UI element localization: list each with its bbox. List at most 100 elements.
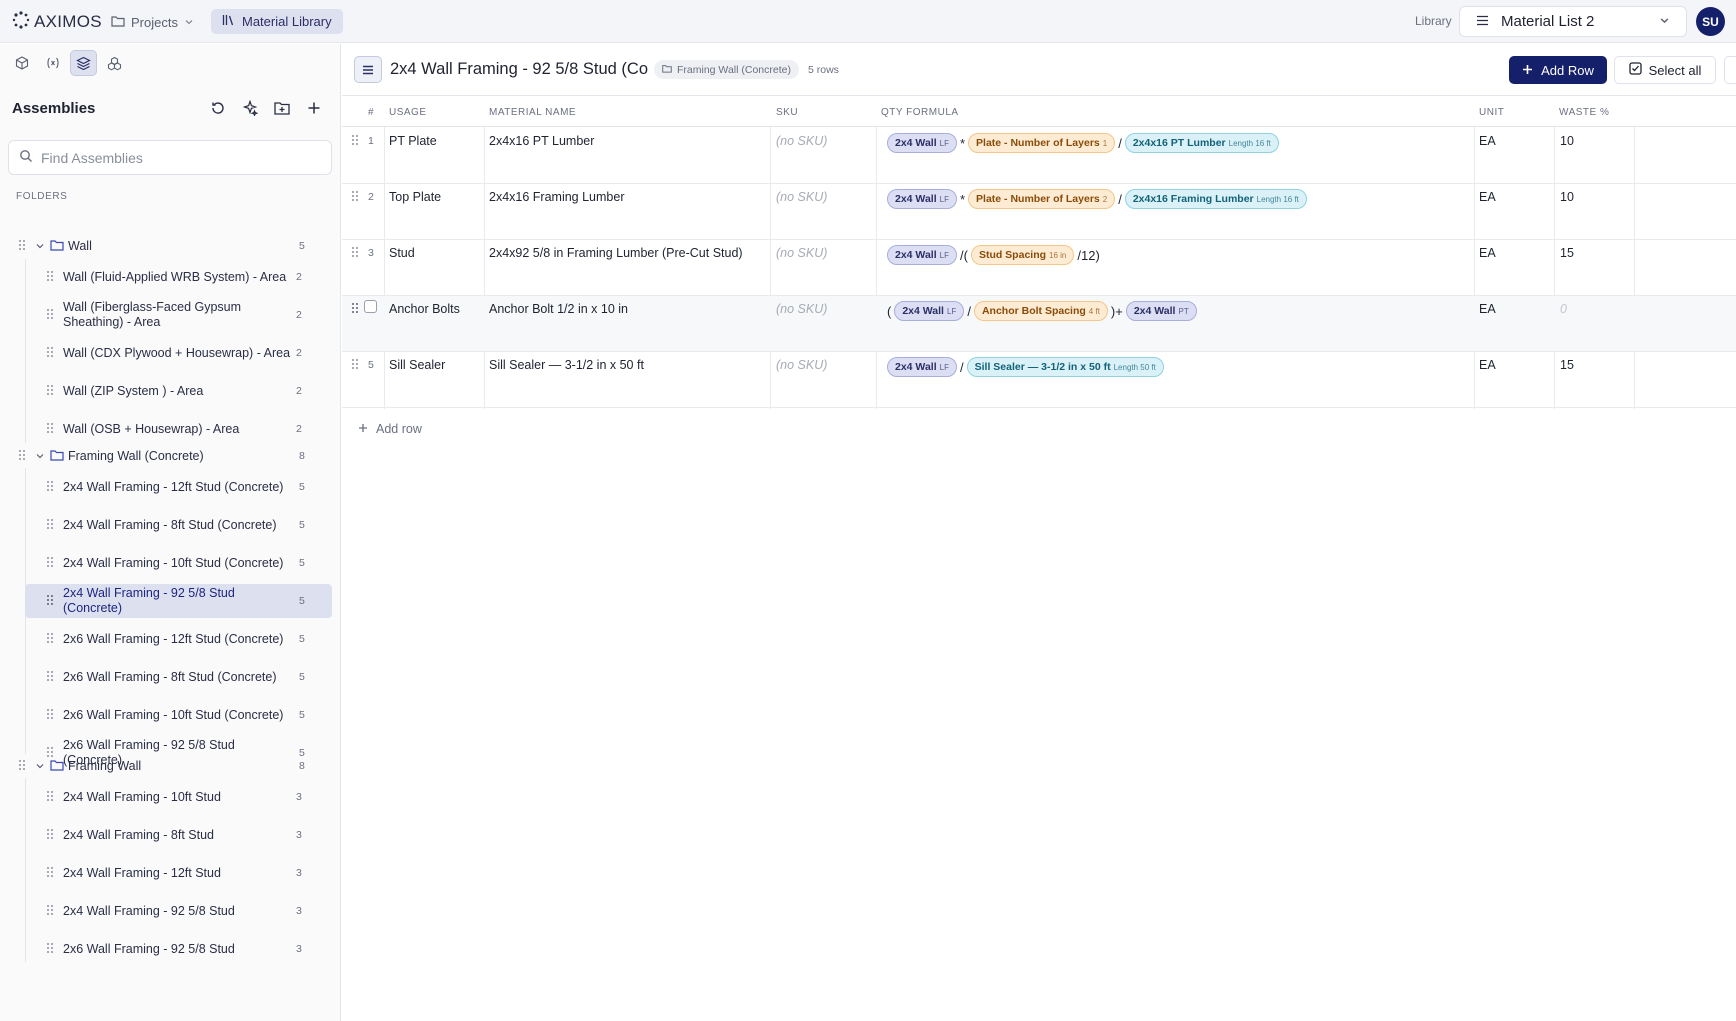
list-item[interactable]: 2x6 Wall Framing - 12ft Stud (Concrete) …: [0, 622, 341, 656]
column-header-formula[interactable]: QTY FORMULA: [881, 107, 959, 118]
column-header-usage[interactable]: USAGE: [389, 107, 427, 118]
list-item[interactable]: 2x4 Wall Framing - 12ft Stud (Concrete) …: [0, 470, 341, 504]
list-item[interactable]: Wall (Fluid-Applied WRB System) - Area 2: [0, 260, 341, 294]
drag-handle-icon[interactable]: [46, 632, 54, 647]
formula-chip-variable[interactable]: 2x4 Wall LF: [887, 189, 957, 209]
formula-chip-variable[interactable]: 2x4 Wall LF: [887, 245, 957, 265]
usage-cell[interactable]: Top Plate: [389, 190, 441, 204]
folder-row-wall[interactable]: Wall 5: [0, 236, 341, 256]
list-item-selected[interactable]: 2x4 Wall Framing - 92 5/8 Stud (Concrete…: [0, 584, 341, 618]
list-item[interactable]: 2x4 Wall Framing - 92 5/8 Stud 3: [0, 894, 341, 928]
sku-cell[interactable]: (no SKU): [776, 246, 827, 260]
drag-handle-icon[interactable]: [46, 518, 54, 533]
column-header-unit[interactable]: UNIT: [1479, 107, 1504, 118]
drag-handle-icon[interactable]: [46, 904, 54, 919]
unit-cell[interactable]: EA: [1479, 358, 1496, 372]
drag-handle-icon[interactable]: [46, 556, 54, 571]
drag-handle-icon[interactable]: [46, 480, 54, 495]
list-item[interactable]: Wall (ZIP System ) - Area 2: [0, 374, 341, 408]
add-row-button[interactable]: Add Row: [1509, 56, 1607, 84]
material-cell[interactable]: 2x4x92 5/8 in Framing Lumber (Pre-Cut St…: [489, 246, 743, 260]
sparkle-icon[interactable]: [240, 98, 260, 118]
list-item[interactable]: 2x6 Wall Framing - 92 5/8 Stud 3: [0, 932, 341, 966]
unit-cell[interactable]: EA: [1479, 134, 1496, 148]
column-header-sku[interactable]: SKU: [776, 107, 798, 118]
formula-chip-variable[interactable]: 2x4 Wall LF: [887, 357, 957, 377]
new-folder-icon[interactable]: [272, 98, 292, 118]
chevron-down-icon[interactable]: [35, 759, 45, 774]
unit-cell[interactable]: EA: [1479, 190, 1496, 204]
formula-cell[interactable]: 2x4 Wall LF /( Stud Spacing 16 in /12): [887, 245, 1100, 265]
folder-row-framing-wall-concrete[interactable]: Framing Wall (Concrete) 8: [0, 446, 341, 466]
add-icon[interactable]: [304, 98, 324, 118]
row-checkbox[interactable]: [364, 300, 377, 313]
add-row-link[interactable]: Add row: [358, 422, 422, 436]
usage-cell[interactable]: Anchor Bolts: [389, 302, 460, 316]
column-header-material[interactable]: MATERIAL NAME: [489, 107, 576, 118]
waste-cell[interactable]: 0: [1560, 302, 1567, 316]
chevron-down-icon[interactable]: [35, 449, 45, 464]
cube-icon[interactable]: [8, 50, 35, 76]
drag-handle-icon[interactable]: [46, 308, 54, 323]
usage-cell[interactable]: PT Plate: [389, 134, 437, 148]
table-row[interactable]: Anchor Bolts Anchor Bolt 1/2 in x 10 in …: [342, 296, 1736, 352]
drag-handle-icon[interactable]: [351, 246, 359, 261]
waste-cell[interactable]: 15: [1560, 246, 1574, 260]
formula-chip-parameter[interactable]: Anchor Bolt Spacing 4 ft: [973, 301, 1108, 321]
material-cell[interactable]: Anchor Bolt 1/2 in x 10 in: [489, 302, 628, 316]
select-all-button[interactable]: Select all: [1614, 56, 1716, 84]
table-row[interactable]: 2 Top Plate 2x4x16 Framing Lumber (no SK…: [342, 184, 1736, 240]
formula-chip-variable[interactable]: 2x4 Wall LF: [887, 133, 957, 153]
list-item[interactable]: 2x6 Wall Framing - 10ft Stud (Concrete) …: [0, 698, 341, 732]
formula-cell[interactable]: 2x4 Wall LF * Plate - Number of Layers 2 /…: [887, 189, 1307, 209]
unit-cell[interactable]: EA: [1479, 246, 1496, 260]
material-cell[interactable]: 2x4x16 Framing Lumber: [489, 190, 624, 204]
formula-chip-material[interactable]: 2x4x16 Framing Lumber Length 16 ft: [1124, 189, 1307, 209]
formula-chip-parameter[interactable]: Plate - Number of Layers 1: [968, 133, 1116, 153]
list-item[interactable]: 2x4 Wall Framing - 12ft Stud 3: [0, 856, 341, 890]
table-row[interactable]: 5 Sill Sealer Sill Sealer — 3-1/2 in x 5…: [342, 352, 1736, 408]
usage-cell[interactable]: Stud: [389, 246, 415, 260]
formula-cell[interactable]: 2x4 Wall LF / Sill Sealer — 3-1/2 in x 50…: [887, 357, 1164, 377]
unit-cell[interactable]: EA: [1479, 302, 1496, 316]
sku-cell[interactable]: (no SKU): [776, 302, 827, 316]
list-item[interactable]: Wall (CDX Plywood + Housewrap) - Area 2: [0, 336, 341, 370]
formula-cell[interactable]: 2x4 Wall LF * Plate - Number of Layers 1 /…: [887, 133, 1279, 153]
formula-chip-variable[interactable]: 2x4 Wall LF: [894, 301, 965, 321]
waste-cell[interactable]: 10: [1560, 190, 1574, 204]
menu-icon[interactable]: [354, 56, 382, 83]
drag-handle-icon[interactable]: [46, 346, 54, 361]
drag-handle-icon[interactable]: [46, 270, 54, 285]
material-cell[interactable]: Sill Sealer — 3-1/2 in x 50 ft: [489, 358, 644, 372]
nav-projects[interactable]: Projects: [111, 10, 194, 34]
search-input[interactable]: [41, 149, 321, 166]
table-row[interactable]: 1 PT Plate 2x4x16 PT Lumber (no SKU) 2x4…: [342, 128, 1736, 184]
avatar[interactable]: SU: [1696, 7, 1725, 36]
drag-handle-icon[interactable]: [46, 422, 54, 437]
formula-chip-parameter[interactable]: Plate - Number of Layers 2: [968, 189, 1116, 209]
list-item[interactable]: 2x4 Wall Framing - 10ft Stud 3: [0, 780, 341, 814]
list-item[interactable]: Wall (Fiberglass-Faced Gypsum Sheathing)…: [0, 298, 341, 332]
drag-handle-icon[interactable]: [351, 302, 359, 317]
list-item[interactable]: 2x4 Wall Framing - 8ft Stud 3: [0, 818, 341, 852]
column-header-waste[interactable]: WASTE %: [1559, 107, 1609, 118]
drag-handle-icon[interactable]: [46, 670, 54, 685]
drag-handle-icon[interactable]: [351, 134, 359, 149]
drag-handle-icon[interactable]: [351, 190, 359, 205]
chevron-down-icon[interactable]: [35, 239, 45, 254]
variable-icon[interactable]: [39, 50, 66, 76]
folder-row-framing-wall[interactable]: Framing Wall 8: [0, 756, 341, 776]
breadcrumb[interactable]: Framing Wall (Concrete): [654, 60, 799, 79]
material-cell[interactable]: 2x4x16 PT Lumber: [489, 134, 594, 148]
table-row[interactable]: 3 Stud 2x4x92 5/8 in Framing Lumber (Pre…: [342, 240, 1736, 296]
toolbar-overflow-button[interactable]: [1724, 56, 1736, 84]
logo[interactable]: AXIMOS: [12, 11, 102, 32]
material-list-select[interactable]: Material List 2: [1459, 6, 1687, 37]
list-item[interactable]: 2x4 Wall Framing - 10ft Stud (Concrete) …: [0, 546, 341, 580]
usage-cell[interactable]: Sill Sealer: [389, 358, 445, 372]
drag-handle-icon[interactable]: [18, 239, 26, 254]
drag-handle-icon[interactable]: [351, 358, 359, 373]
list-item[interactable]: 2x4 Wall Framing - 8ft Stud (Concrete) 5: [0, 508, 341, 542]
refresh-icon[interactable]: [208, 98, 228, 118]
drag-handle-icon[interactable]: [46, 866, 54, 881]
